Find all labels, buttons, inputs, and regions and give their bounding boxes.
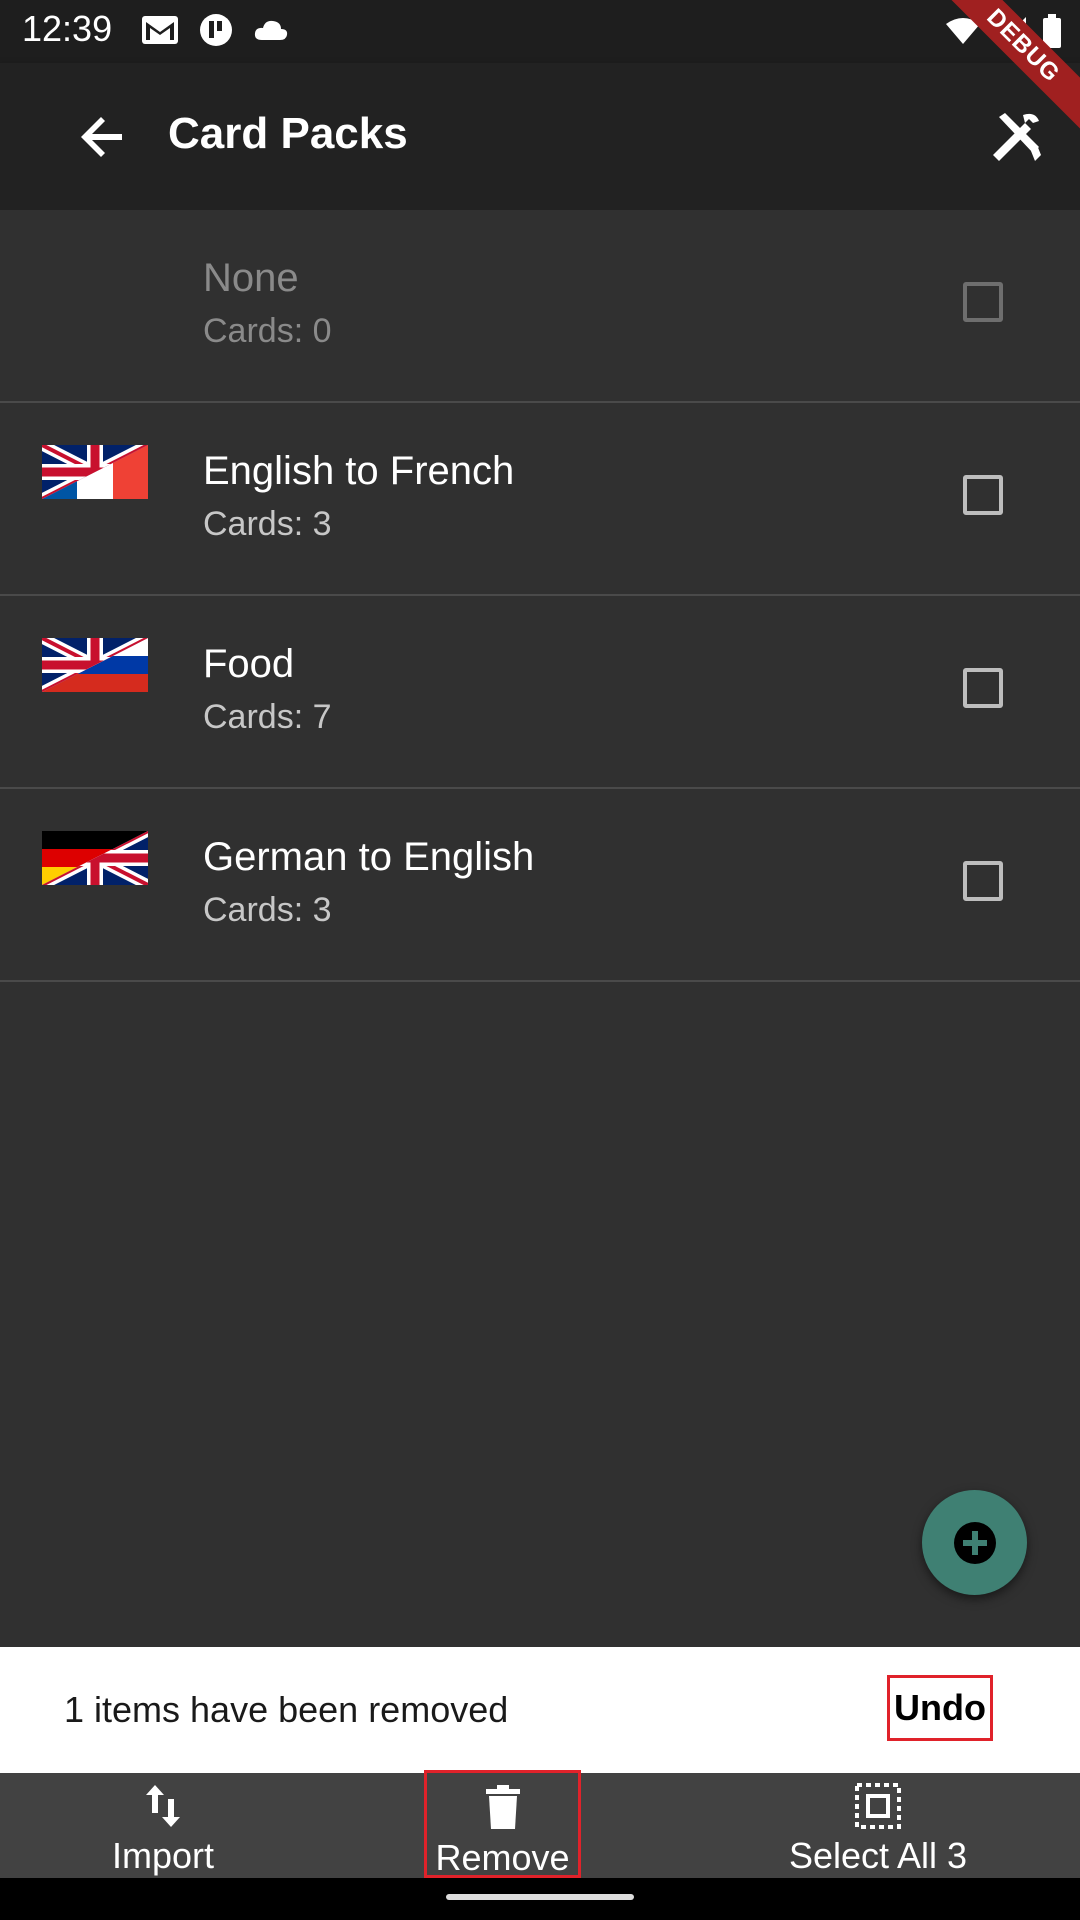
snackbar-message: 1 items have been removed [64, 1689, 509, 1730]
status-time: 12:39 [22, 8, 113, 49]
remove-button[interactable]: Remove [424, 1770, 581, 1878]
pack-checkbox[interactable] [963, 475, 1003, 515]
status-notification-icons [140, 12, 290, 48]
uk-russia-flag-icon [42, 638, 148, 692]
pack-name: Food [203, 642, 295, 686]
tools-icon[interactable] [985, 107, 1045, 167]
pack-name: None [203, 256, 299, 300]
import-button[interactable]: Import [78, 1773, 248, 1878]
pack-row-none[interactable]: None Cards: 0 [0, 210, 1080, 403]
pack-row-english-to-french[interactable]: English to French Cards: 3 [0, 403, 1080, 596]
app-bar: Card Packs [0, 63, 1080, 210]
import-label: Import [111, 1835, 215, 1876]
snackbar: 1 items have been removed Undo [0, 1647, 1080, 1773]
pack-row-german-to-english[interactable]: German to English Cards: 3 [0, 789, 1080, 982]
pack-checkbox[interactable] [963, 668, 1003, 708]
pack-name: German to English [203, 835, 535, 879]
status-bar: 12:39 [0, 0, 1080, 63]
pack-checkbox[interactable] [963, 282, 1003, 322]
back-arrow-icon[interactable] [74, 107, 134, 167]
cloud-icon [254, 20, 288, 40]
undo-button[interactable]: Undo [887, 1675, 993, 1741]
select-all-label: Select All 3 [788, 1835, 968, 1876]
page-title: Card Packs [168, 109, 408, 158]
trash-icon [485, 1785, 520, 1829]
add-circle-icon [953, 1521, 996, 1564]
add-pack-button[interactable] [922, 1490, 1027, 1595]
select-all-icon [855, 1783, 901, 1829]
germany-uk-flag-icon [42, 831, 148, 885]
bottom-action-bar: Import Remove Select All 3 [0, 1770, 1080, 1878]
home-gesture-handle[interactable] [446, 1894, 634, 1900]
pack-checkbox[interactable] [963, 861, 1003, 901]
select-all-button[interactable]: Select All 3 [768, 1773, 988, 1878]
system-navigation-bar [0, 1878, 1080, 1920]
import-icon [146, 1785, 180, 1827]
uk-france-flag-icon [42, 445, 148, 499]
pack-name: English to French [203, 449, 515, 493]
app-notification-icon [200, 14, 232, 46]
pack-card-count: Cards: 3 [203, 891, 332, 929]
pack-card-count: Cards: 7 [203, 698, 332, 736]
pack-card-count: Cards: 0 [203, 312, 332, 350]
pack-card-count: Cards: 3 [203, 505, 332, 543]
pack-row-food[interactable]: Food Cards: 7 [0, 596, 1080, 789]
remove-label: Remove [435, 1837, 570, 1878]
card-pack-list: None Cards: 0 English to French Cards: 3 [0, 210, 1080, 982]
gmail-icon [142, 16, 178, 44]
